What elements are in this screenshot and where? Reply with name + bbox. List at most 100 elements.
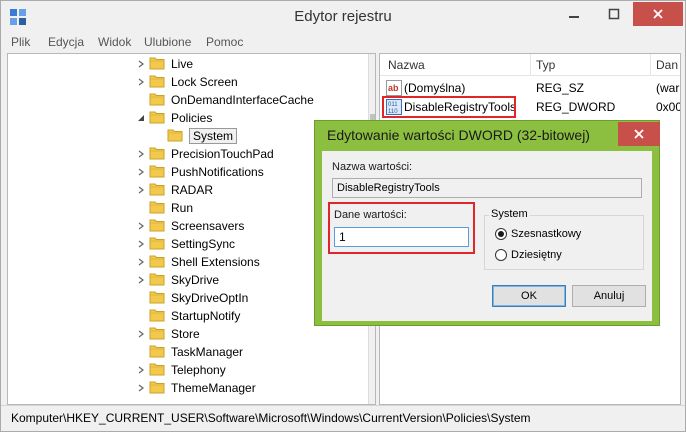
radio-label: Dziesiętny: [511, 249, 562, 261]
tree-item-label: Screensavers: [171, 219, 245, 233]
tree-item-label: TaskManager: [171, 345, 244, 359]
svg-text:ab: ab: [388, 83, 399, 93]
radio-hexadecimal[interactable]: Szesnastkowy: [495, 228, 581, 240]
menu-widok[interactable]: Widok: [98, 35, 131, 49]
list-item[interactable]: ab (Domyślna) REG_SZ (war: [380, 78, 680, 98]
expand-arrow-icon[interactable]: [136, 253, 145, 271]
tree-item[interactable]: Live: [136, 55, 193, 73]
tree-item-label: StartupNotify: [171, 309, 241, 323]
column-name[interactable]: Nazwa: [388, 58, 425, 72]
radio-decimal[interactable]: Dziesiętny: [495, 249, 562, 261]
expand-arrow-icon[interactable]: [136, 181, 145, 199]
expand-arrow-icon[interactable]: [136, 325, 145, 343]
folder-icon: [149, 56, 165, 73]
ok-button[interactable]: OK: [492, 285, 566, 307]
folder-icon: [149, 74, 165, 91]
tree-item[interactable]: Telephony: [136, 361, 226, 379]
tree-item[interactable]: RADAR: [136, 181, 213, 199]
expand-arrow-icon[interactable]: [136, 235, 145, 253]
status-bar: Komputer\HKEY_CURRENT_USER\Software\Micr…: [1, 405, 685, 431]
tree-item-label: ThemeManager: [171, 381, 256, 395]
folder-icon: [149, 254, 165, 271]
tree-item[interactable]: StartupNotify: [136, 307, 240, 325]
highlight-box: [328, 202, 475, 254]
minimize-button[interactable]: [557, 2, 591, 26]
tree-item[interactable]: System: [154, 127, 238, 145]
folder-icon: [149, 92, 165, 109]
radio-button[interactable]: [495, 249, 507, 261]
tree-item-label: Shell Extensions: [171, 255, 260, 269]
tree-item[interactable]: OnDemandInterfaceCache: [136, 91, 314, 109]
expand-arrow-icon[interactable]: [136, 55, 145, 73]
key-path: Komputer\HKEY_CURRENT_USER\Software\Micr…: [11, 411, 531, 425]
minimize-icon: [569, 16, 579, 18]
tree-item-label: Policies: [171, 111, 213, 125]
menu-bar: Plik Edycja Widok Ulubione Pomoc: [1, 33, 685, 53]
base-group: System Szesnastkowy Dziesiętny: [484, 208, 644, 270]
expand-arrow-icon[interactable]: [136, 145, 145, 163]
list-header: Nazwa Typ Dan: [380, 54, 680, 76]
value-type: REG_SZ: [536, 81, 585, 95]
folder-icon: [149, 182, 165, 199]
column-separator[interactable]: [650, 54, 651, 76]
value-name: (Domyślna): [404, 81, 466, 95]
expand-arrow-icon[interactable]: [136, 73, 145, 91]
column-data[interactable]: Dan: [656, 58, 678, 72]
folder-icon: [149, 272, 165, 289]
tree-item[interactable]: SkyDrive: [136, 271, 219, 289]
expand-arrow-icon[interactable]: [136, 271, 145, 289]
radio-selected-dot: [498, 231, 504, 237]
column-separator[interactable]: [530, 54, 531, 76]
expand-arrow-icon[interactable]: [136, 163, 145, 181]
folder-icon: [149, 146, 165, 163]
tree-item[interactable]: Screensavers: [136, 217, 244, 235]
tree-item[interactable]: Policies: [136, 109, 212, 127]
tree-item[interactable]: Run: [136, 199, 193, 217]
close-button[interactable]: [633, 2, 683, 26]
tree-item-label: Run: [171, 201, 194, 215]
tree-item[interactable]: SettingSync: [136, 235, 235, 253]
column-type[interactable]: Typ: [536, 58, 555, 72]
menu-plik[interactable]: Plik: [11, 35, 30, 49]
tree-item[interactable]: SkyDriveOptIn: [136, 289, 248, 307]
menu-edycja[interactable]: Edycja: [48, 35, 84, 49]
tree-item[interactable]: ThemeManager: [136, 379, 256, 397]
menu-ulubione[interactable]: Ulubione: [144, 35, 191, 49]
cancel-button[interactable]: Anuluj: [572, 285, 646, 307]
expand-arrow-icon[interactable]: [136, 379, 145, 397]
folder-icon: [149, 218, 165, 235]
tree-item[interactable]: Store: [136, 325, 200, 343]
collapse-arrow-icon[interactable]: [136, 109, 145, 127]
edit-dword-dialog: Edytowanie wartości DWORD (32-bitowej) N…: [314, 120, 660, 326]
maximize-icon: [608, 8, 620, 20]
tree-item[interactable]: PrecisionTouchPad: [136, 145, 274, 163]
tree-item-label: PrecisionTouchPad: [171, 147, 274, 161]
value-type: REG_DWORD: [536, 100, 616, 114]
folder-icon: [149, 290, 165, 307]
tree-item[interactable]: PushNotifications: [136, 163, 264, 181]
tree-item[interactable]: Shell Extensions: [136, 253, 260, 271]
title-bar[interactable]: Edytor rejestru: [1, 1, 685, 33]
radio-button[interactable]: [495, 228, 507, 240]
dialog-close-button[interactable]: [618, 122, 660, 146]
tree-item-label: System: [189, 128, 238, 144]
tree-item-label: PushNotifications: [171, 165, 264, 179]
folder-icon: [149, 326, 165, 343]
folder-icon: [149, 236, 165, 253]
maximize-button[interactable]: [597, 2, 631, 26]
folder-icon: [167, 128, 183, 145]
tree-item[interactable]: Lock Screen: [136, 73, 238, 91]
menu-pomoc[interactable]: Pomoc: [206, 35, 243, 49]
value-name-field: DisableRegistryTools: [332, 178, 642, 198]
tree-item[interactable]: TaskManager: [136, 343, 243, 361]
expand-arrow-icon[interactable]: [136, 361, 145, 379]
expand-arrow-icon[interactable]: [136, 217, 145, 235]
tree-item-label: Lock Screen: [171, 75, 238, 89]
close-icon: [653, 9, 663, 19]
